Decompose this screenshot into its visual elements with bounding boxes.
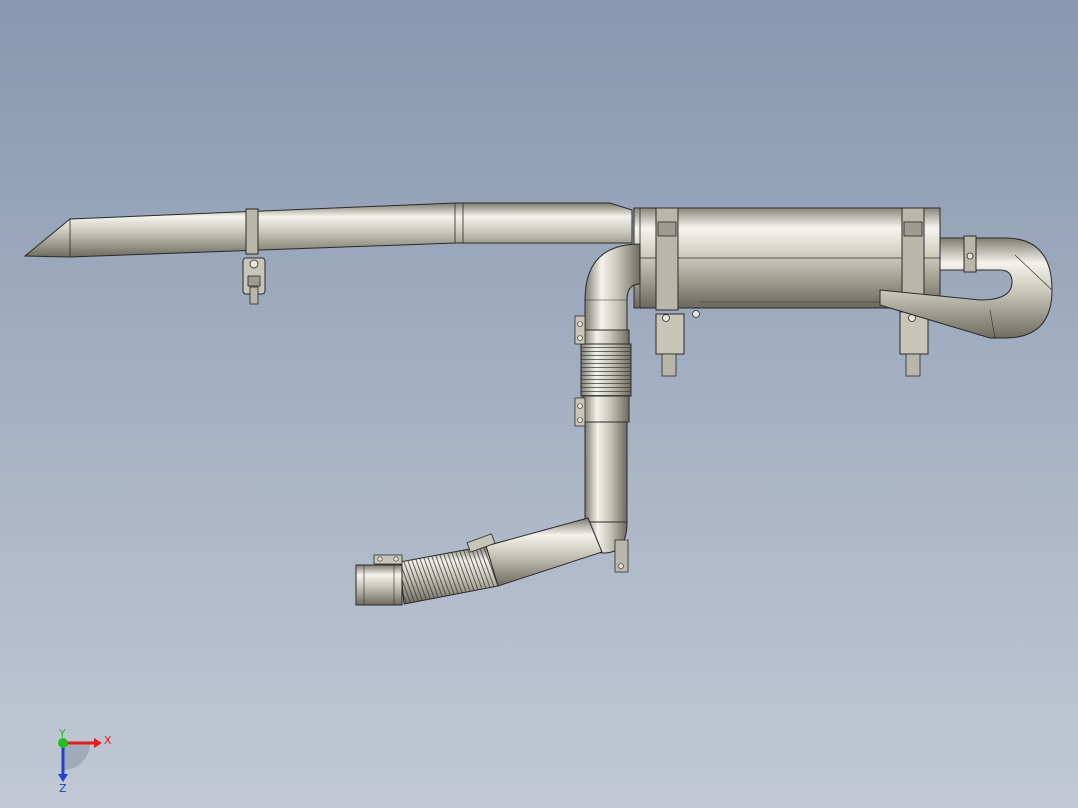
x-axis-label: X	[104, 734, 112, 747]
exhaust-assembly-model[interactable]	[0, 0, 1078, 808]
viewport-background	[0, 0, 1078, 808]
x-axis-arrowhead	[94, 738, 102, 748]
graphics-viewport[interactable]: X Y Z	[0, 0, 1078, 808]
triad-shade-arc	[63, 743, 90, 770]
y-axis-label: Y	[58, 728, 66, 740]
z-axis-label: Z	[59, 782, 67, 795]
down-pipe[interactable]	[584, 421, 628, 523]
z-axis-arrowhead	[58, 774, 68, 782]
flex-bellows-upper[interactable]	[574, 315, 632, 427]
inlet-flange[interactable]	[355, 564, 403, 606]
coordinate-triad: X Y Z	[58, 728, 112, 795]
